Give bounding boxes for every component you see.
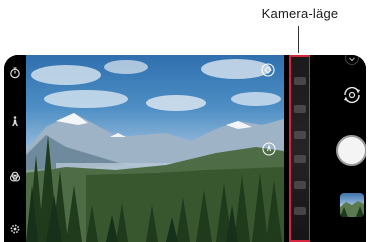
hdr-icon[interactable] xyxy=(9,171,21,183)
camera-viewfinder[interactable] xyxy=(26,55,284,242)
landscape-preview xyxy=(26,59,284,242)
camera-mode-callout: Kamera-läge xyxy=(261,6,339,21)
gallery-thumbnail[interactable] xyxy=(340,193,364,217)
left-toolbar xyxy=(4,55,26,242)
steady-cam-icon[interactable] xyxy=(261,63,275,77)
switch-camera-icon[interactable] xyxy=(341,84,363,106)
camera-screen xyxy=(4,55,366,242)
menu-icon[interactable] xyxy=(345,55,359,65)
zoom-icon[interactable] xyxy=(262,142,276,156)
settings-icon[interactable] xyxy=(9,223,21,235)
callout-leader-line xyxy=(298,26,299,53)
timer-icon[interactable] xyxy=(9,67,21,79)
filter-icon[interactable] xyxy=(9,115,21,127)
shutter-button[interactable] xyxy=(336,135,366,166)
mode-strip-highlight xyxy=(289,55,311,242)
